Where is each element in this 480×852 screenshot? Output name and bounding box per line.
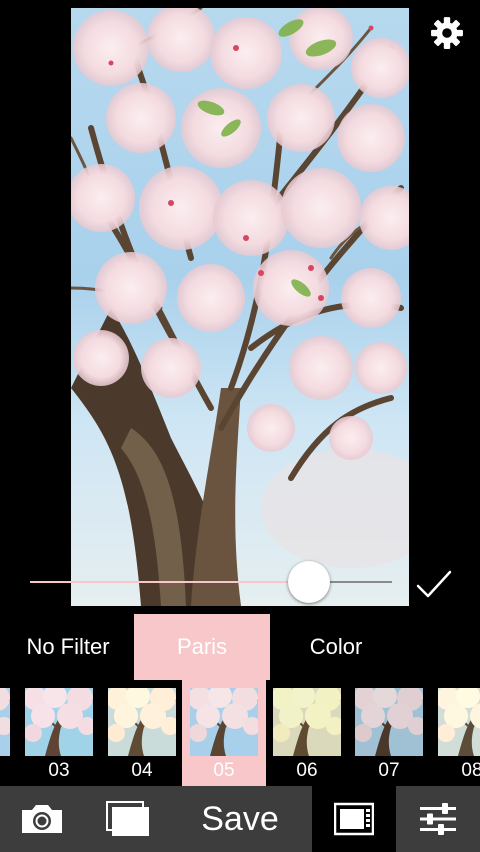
filter-thumbnail[interactable]: 04	[108, 688, 176, 782]
gear-icon	[431, 17, 463, 49]
filter-number: 03	[48, 760, 70, 781]
filter-thumbnail[interactable]: 07	[355, 688, 423, 782]
adjust-button[interactable]	[396, 786, 480, 852]
slider-fill	[30, 581, 309, 583]
filter-thumbnail-strip[interactable]: 03 04 05 06 07 08	[0, 680, 480, 786]
filter-intensity-slider[interactable]	[30, 560, 392, 604]
sliders-icon	[420, 803, 456, 835]
filter-number: 08	[461, 760, 480, 781]
album-icon	[106, 801, 149, 836]
filter-preview-image	[355, 688, 423, 756]
filter-number: 07	[378, 760, 400, 781]
filter-preview-image	[273, 688, 341, 756]
filter-thumbnail[interactable]	[0, 688, 10, 760]
filter-preview-image	[25, 688, 93, 756]
camera-button[interactable]	[6, 786, 78, 852]
tab-color[interactable]: Color	[268, 614, 404, 680]
bottom-toolbar: Save	[0, 786, 480, 852]
cherry-blossom-photo	[71, 8, 409, 606]
filter-preview-image	[438, 688, 480, 756]
tab-no-filter[interactable]: No Filter	[0, 614, 136, 680]
album-button[interactable]	[90, 786, 166, 852]
film-frame-icon	[334, 802, 374, 836]
filter-thumbnail[interactable]: 06	[273, 688, 341, 782]
camera-icon	[22, 805, 62, 833]
frame-button[interactable]	[312, 786, 396, 852]
confirm-button[interactable]	[414, 566, 454, 602]
filter-thumbnail[interactable]: 08	[438, 688, 480, 782]
filter-number: 04	[131, 760, 153, 781]
settings-button[interactable]	[430, 16, 464, 50]
filter-number: 06	[296, 760, 318, 781]
filter-preview-image	[0, 688, 10, 756]
filter-preview-image	[190, 688, 258, 756]
filter-preview-image	[108, 688, 176, 756]
checkmark-icon	[416, 570, 452, 598]
save-button[interactable]: Save	[176, 786, 304, 852]
filter-number: 05	[213, 760, 235, 781]
tab-paris[interactable]: Paris	[134, 614, 270, 680]
slider-thumb[interactable]	[287, 561, 330, 603]
filter-thumbnail-selected[interactable]: 05	[190, 688, 258, 782]
photo-preview	[71, 8, 409, 606]
filter-category-tabs: No Filter Paris Color	[0, 614, 480, 680]
filter-thumbnail[interactable]: 03	[25, 688, 93, 782]
